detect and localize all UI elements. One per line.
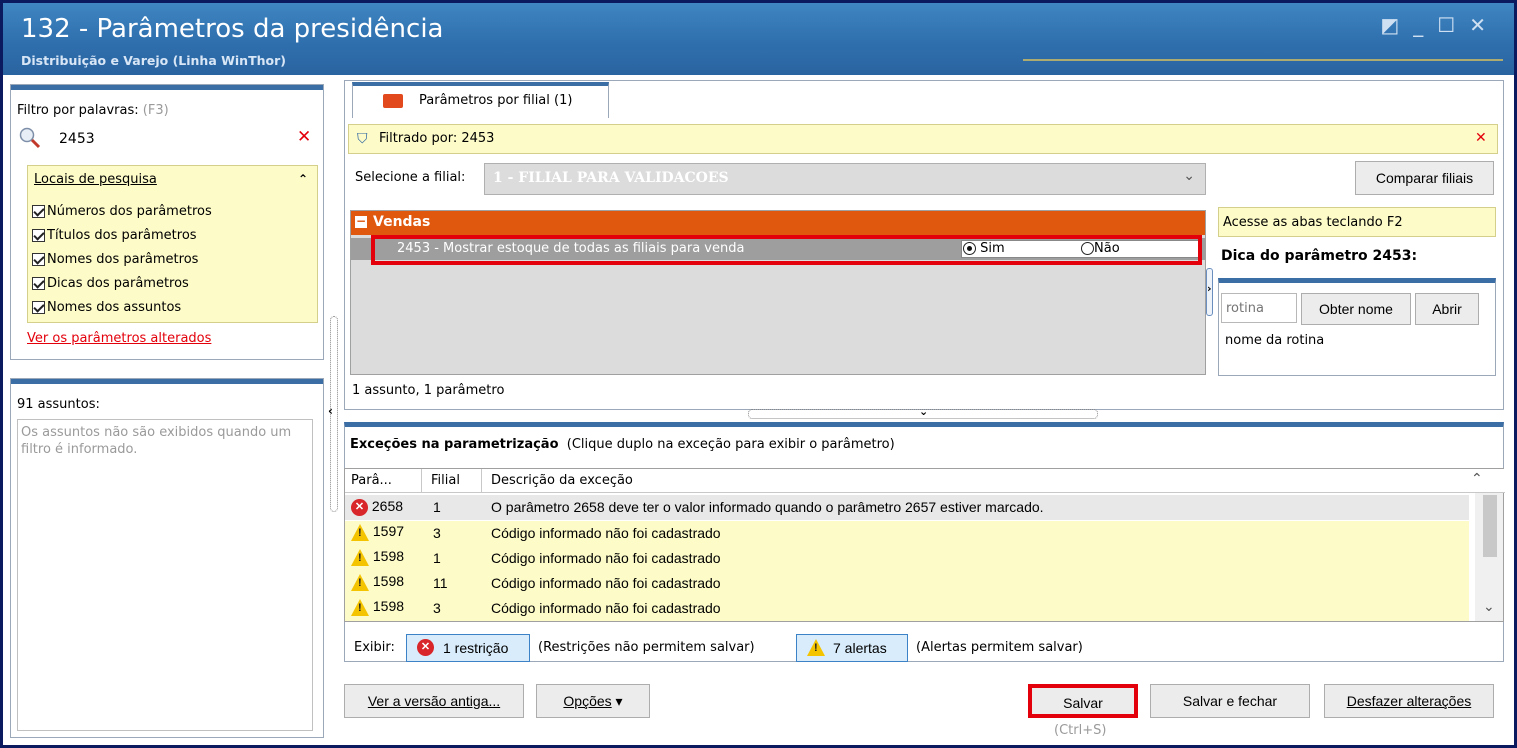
exceptions-table: Parâ... Filial Descrição da exceção ⌃ ✕ … <box>344 468 1505 622</box>
subjects-count: 91 assuntos: <box>17 397 100 412</box>
window-subtitle: Distribuição e Varejo (Linha WinThor) <box>21 53 286 68</box>
funnel-icon: ⛉ <box>357 131 368 147</box>
close-icon[interactable]: ✕ <box>1469 13 1500 37</box>
caret-down-icon: ▾ <box>615 693 623 709</box>
clear-filter-icon[interactable]: ✕ <box>1475 130 1487 146</box>
save-button[interactable]: Salvar <box>1028 684 1138 718</box>
checkbox-icon[interactable] <box>32 205 45 218</box>
table-header: Parâ... Filial Descrição da exceção ⌃ <box>345 469 1505 493</box>
tip-title: Dica do parâmetro 2453: <box>1221 248 1418 264</box>
minimize-icon[interactable]: _ <box>1413 13 1437 37</box>
filtered-by-label: Filtrado por: 2453 <box>379 131 495 146</box>
show-label: Exibir: <box>354 640 395 655</box>
open-button[interactable]: Abrir <box>1415 293 1479 325</box>
vertical-scrollbar[interactable]: ⌄ <box>1475 493 1503 621</box>
collapse-icon[interactable]: ⌃ <box>298 172 308 186</box>
alerts-toggle[interactable]: ! 7 alertas <box>796 634 908 662</box>
window-title: 132 - Parâmetros da presidência <box>21 14 444 44</box>
tip-hint-text: Acesse as abas teclando F2 <box>1223 215 1403 230</box>
tip-box: Obter nome Abrir nome da rotina <box>1218 278 1496 376</box>
option-titles[interactable]: Títulos dos parâmetros <box>32 228 197 243</box>
filter-label: Filtro por palavras: (F3) <box>17 103 169 118</box>
exceptions-header: Exceções na parametrização (Clique duplo… <box>350 437 895 452</box>
compare-branches-button[interactable]: Comparar filiais <box>1355 161 1494 195</box>
option-subjects[interactable]: Nomes dos assuntos <box>32 300 181 315</box>
old-version-button[interactable]: Ver a versão antiga... <box>344 684 524 718</box>
subjects-message: Os assuntos não são exibidos quando um f… <box>21 425 292 457</box>
scroll-thumb[interactable] <box>1483 495 1497 557</box>
warning-icon: ! <box>351 523 369 541</box>
group-title: Vendas <box>373 214 431 230</box>
subjects-list[interactable]: Os assuntos não são exibidos quando um f… <box>17 419 313 731</box>
chevron-down-icon: ⌄ <box>1183 168 1195 184</box>
search-input[interactable]: 2453 <box>59 131 95 147</box>
branch-select-value: 1 - FILIAL PARA VALIDACOES <box>493 170 729 186</box>
group-header-vendas[interactable]: − Vendas <box>351 211 1205 235</box>
highlight-parameter <box>371 235 1202 265</box>
clear-search-icon[interactable]: ✕ <box>297 127 311 147</box>
filter-panel: Filtro por palavras: (F3) 2453 ✕ Locais … <box>10 84 324 360</box>
folder-icon <box>383 94 403 108</box>
branch-label: Selecione a filial: <box>355 170 466 185</box>
scroll-down-icon[interactable]: ⌄ <box>1483 599 1495 615</box>
panel-splitter[interactable]: ‹ <box>328 316 340 512</box>
branch-select[interactable]: 1 - FILIAL PARA VALIDACOES ⌄ <box>484 163 1206 195</box>
error-icon: ✕ <box>351 498 368 516</box>
search-locations: Locais de pesquisa ⌃ Números dos parâmet… <box>27 165 318 323</box>
window-controls: ◩_☐✕ <box>1380 13 1500 37</box>
collapse-group-icon[interactable]: − <box>355 215 367 228</box>
title-decoration <box>1023 59 1503 73</box>
table-row[interactable]: ! 1598 1 Código informado não foi cadast… <box>345 546 1469 571</box>
save-close-button[interactable]: Salvar e fechar <box>1150 684 1310 718</box>
restrictions-note: (Restrições não permitem salvar) <box>538 640 755 655</box>
checkbox-icon[interactable] <box>32 301 45 314</box>
undo-changes-button[interactable]: Desfazer alterações <box>1324 684 1494 718</box>
warning-icon: ! <box>351 548 369 566</box>
error-icon: ✕ <box>417 639 434 656</box>
table-row[interactable]: ! 1598 3 Código informado não foi cadast… <box>345 596 1469 621</box>
warning-icon: ! <box>351 573 369 591</box>
maximize-icon[interactable]: ☐ <box>1437 13 1469 37</box>
options-button[interactable]: Opções ▾ <box>536 684 650 718</box>
restore-icon[interactable]: ◩ <box>1380 13 1413 37</box>
collapse-down-icon[interactable]: ⌄ <box>919 405 928 418</box>
subjects-panel: 91 assuntos: Os assuntos não são exibido… <box>10 378 324 738</box>
tip-hint: Acesse as abas teclando F2 <box>1218 207 1496 237</box>
locations-title: Locais de pesquisa <box>34 172 157 187</box>
alerts-note: (Alertas permitem salvar) <box>916 640 1083 655</box>
option-names[interactable]: Nomes dos parâmetros <box>32 252 198 267</box>
col-param[interactable]: Parâ... <box>351 473 392 488</box>
get-name-button[interactable]: Obter nome <box>1301 293 1411 325</box>
scroll-up-icon[interactable]: ⌃ <box>1471 471 1483 487</box>
changed-params-link[interactable]: Ver os parâmetros alterados <box>27 331 211 346</box>
option-tips[interactable]: Dicas dos parâmetros <box>32 276 189 291</box>
collapse-left-icon[interactable]: ‹ <box>328 404 333 418</box>
rotina-input[interactable] <box>1221 293 1297 323</box>
checkbox-icon[interactable] <box>32 277 45 290</box>
checkbox-icon[interactable] <box>32 229 45 242</box>
table-row[interactable]: ! 1598 11 Código informado não foi cadas… <box>345 571 1469 596</box>
tab-parameters-by-branch[interactable]: Parâmetros por filial (1) <box>352 82 609 118</box>
save-shortcut: (Ctrl+S) <box>1054 723 1107 738</box>
table-row[interactable]: ✕ 2658 1 O parâmetro 2658 deve ter o val… <box>345 495 1469 520</box>
rotina-name: nome da rotina <box>1225 333 1325 348</box>
options-label: Opções <box>563 693 612 709</box>
option-numbers[interactable]: Números dos parâmetros <box>32 204 212 219</box>
warning-icon: ! <box>807 639 825 656</box>
col-branch[interactable]: Filial <box>431 473 460 488</box>
expand-tip-icon[interactable]: › <box>1206 268 1218 318</box>
title-bar: 132 - Parâmetros da presidência Distribu… <box>3 3 1514 75</box>
warning-icon: ! <box>351 598 369 616</box>
horizontal-splitter[interactable]: ⌄ <box>748 405 1098 419</box>
tab-label: Parâmetros por filial (1) <box>419 93 573 108</box>
summary-label: 1 assunto, 1 parâmetro <box>352 383 505 398</box>
table-row[interactable]: ! 1597 3 Código informado não foi cadast… <box>345 521 1469 546</box>
col-description[interactable]: Descrição da exceção <box>491 473 633 488</box>
search-icon <box>19 127 41 149</box>
restrictions-toggle[interactable]: ✕ 1 restrição <box>406 634 530 662</box>
checkbox-icon[interactable] <box>32 253 45 266</box>
filter-bar: ⛉ Filtrado por: 2453 ✕ <box>348 124 1498 154</box>
